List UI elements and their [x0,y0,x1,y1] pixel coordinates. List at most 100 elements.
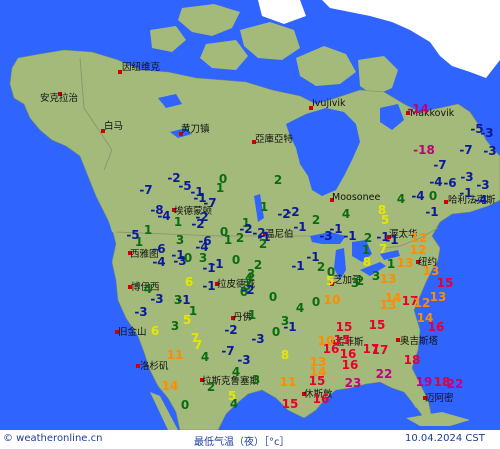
temperature-value: 11 [167,348,184,362]
temperature-value: 17 [363,342,380,356]
temperature-value: 6 [185,275,193,289]
temperature-value: 8 [281,348,289,362]
temperature-value: -5 [126,228,139,242]
city-label: 洛杉矶 [140,360,169,372]
temperature-value: 2 [236,231,244,245]
temperature-value: -4 [152,255,165,269]
temperature-value: 1 [144,223,152,237]
temperature-value: 1 [224,233,232,247]
map-title: 最低气温（夜）［°c］ [194,437,290,448]
city-ivujivik: Ivujivik [309,98,346,110]
temperature-value: 0 [232,253,240,267]
temperature-value: 7 [191,331,199,345]
temperature-value: 10 [324,293,341,307]
temperature-value: -3 [134,305,147,319]
city-miami: 迈阿密 [423,392,454,404]
temperature-value: 13 [380,298,397,312]
temperature-value: 5 [183,313,191,327]
temperature-value: 16 [342,358,359,372]
temperature-value: 1 [260,200,268,214]
temperature-value: 0 [269,290,277,304]
temperature-value: 12 [410,243,427,257]
temperature-value: 10 [318,334,335,348]
city-yellowknife: 黄刀镇 [179,123,210,136]
city-label: Moosonee [332,192,380,203]
temperature-value: 4 [296,301,304,315]
temperature-value: 13 [380,272,397,286]
source-link[interactable]: © weatheronline.cn [3,433,102,444]
temperature-value: -3 [483,144,496,158]
temperature-value: 5 [326,274,334,288]
temperature-value: -1 [283,320,296,334]
temperature-value: 4 [245,271,253,285]
temperature-value: -1 [385,233,398,247]
city-label: 白马 [104,120,123,132]
temperature-value: 16 [313,392,330,406]
city-whitehorse: 白马 [101,120,123,133]
map-date: 10.04.2024 CST [405,433,485,444]
temperature-value: -6 [152,242,165,256]
temperature-value: -1 [171,248,184,262]
temperature-value: -14 [407,102,429,116]
city-sanfrancisco: 旧金山 [115,326,147,338]
temperature-value: 22 [376,367,393,381]
temperature-value: -3 [150,292,163,306]
temperature-value: -3 [480,126,493,140]
temperature-value: -3 [319,229,332,243]
temperature-value: -1 [459,186,472,200]
temperature-value: 12 [414,296,431,310]
temperature-value: -1 [306,250,319,264]
city-label: 奥吉斯塔 [400,335,439,347]
temperature-value: -3 [251,332,264,346]
temperature-value: 0 [429,189,437,203]
temperature-value: -1 [293,220,306,234]
temperature-value: 18 [434,375,451,389]
temperature-value: 2 [312,213,320,227]
temperature-value: -1 [291,259,304,273]
temperature-value: 13 [310,355,327,369]
temperature-value: 4 [201,350,209,364]
temperature-value: 15 [282,397,299,411]
temperature-value: -4 [157,209,170,223]
temperature-value: -4 [474,193,487,207]
temperature-value: 6 [151,324,159,338]
temperature-value: 2 [259,237,267,251]
temperature-value: 3 [171,319,179,333]
city-orlando: 奥吉斯塔 [396,335,439,347]
temperature-value: -3 [476,178,489,192]
city-label: 因纽维克 [122,61,161,73]
temperature-value: 11 [280,375,297,389]
temperature-value: 1 [174,215,182,229]
temperature-value: 15 [336,320,353,334]
temperature-value: 8 [378,203,386,217]
temperature-value: -18 [413,143,435,157]
temperature-value: 4 [232,365,240,379]
temperature-value: 1 [248,308,256,322]
temperature-value: 13 [430,290,447,304]
temperature-value: -7 [433,158,446,172]
temperature-value: 7 [379,242,387,256]
temperature-value: 1 [387,257,395,271]
city-label: Ivujivik [312,98,346,109]
temperature-value: -2 [224,323,237,337]
temperature-value: 0 [272,325,280,339]
weather-map: 安克拉治白马因纽维克黄刀镇亞庫亞特IvujivikMakkovikMoosone… [0,0,500,431]
city-label: 旧金山 [118,326,147,338]
city-label: 迈阿密 [425,392,454,404]
temperature-value: 16 [428,320,445,334]
temperature-value: -1 [425,205,438,219]
temperature-value: -2 [241,283,254,297]
temperature-value: -2 [167,171,180,185]
temperature-value: -1 [202,279,215,293]
temperature-value: -3 [460,170,473,184]
city-label: 黄刀镇 [181,123,210,135]
city-losangeles: 洛杉矶 [136,360,169,372]
temperature-value: 0 [184,251,192,265]
temperature-value: 15 [437,276,454,290]
footer-bar: © weatheronline.cn 最低气温（夜）［°c］ 10.04.202… [0,430,500,449]
temperature-value: 14 [162,379,179,393]
temperature-value: 15 [309,374,326,388]
temperature-value: 15 [334,333,351,347]
temperature-value: 4 [397,192,405,206]
temperature-value: -2 [286,205,299,219]
